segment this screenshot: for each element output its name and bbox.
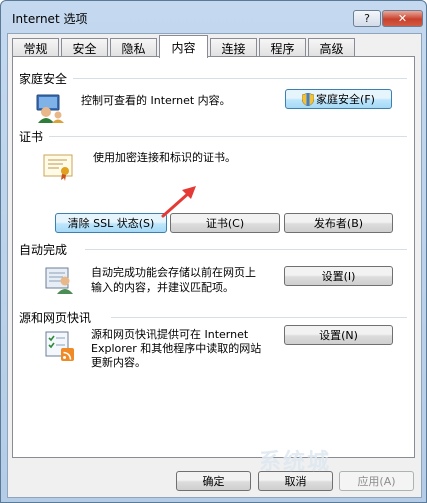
close-icon: ✕ <box>397 12 408 25</box>
feeds-description-line3: 更新内容。 <box>91 356 146 369</box>
window-title: Internet 选项 <box>12 12 88 26</box>
autocomplete-settings-button[interactable]: 设置(I) <box>284 266 393 286</box>
ok-button[interactable]: 确定 <box>176 471 251 491</box>
family-safety-description: 控制可查看的 Internet 内容。 <box>81 94 231 107</box>
family-safety-heading: 家庭安全 <box>19 72 68 86</box>
feeds-description-line2: Explorer 和其他程序中读取的网站 <box>91 342 262 355</box>
tab-programs[interactable]: 程序 <box>259 38 306 57</box>
family-safety-button-label: 家庭安全(F) <box>316 93 375 106</box>
family-safety-button[interactable]: 家庭安全(F) <box>285 89 392 109</box>
close-button[interactable]: ✕ <box>382 10 423 27</box>
feeds-description-line1: 源和网页快讯提供可在 Internet <box>91 328 249 341</box>
title-bar[interactable]: Internet 选项 ? ✕ <box>1 1 426 33</box>
certificates-description: 使用加密连接和标识的证书。 <box>93 151 236 164</box>
feeds-heading: 源和网页快讯 <box>19 311 92 325</box>
family-safety-icon <box>36 94 64 123</box>
annotation-arrow-icon <box>161 186 196 218</box>
certificates-heading: 证书 <box>19 130 44 144</box>
divider <box>111 317 407 318</box>
publishers-button[interactable]: 发布者(B) <box>284 213 393 233</box>
tab-advanced[interactable]: 高级 <box>308 38 355 57</box>
tab-privacy[interactable]: 隐私 <box>110 38 157 57</box>
feeds-settings-button[interactable]: 设置(N) <box>284 325 393 345</box>
apply-button[interactable]: 应用(A) <box>339 471 414 491</box>
autocomplete-heading: 自动完成 <box>19 243 68 257</box>
dialog-body: 常规 安全 隐私 内容 连接 程序 高级 家庭安全 控制可查看的 Interne… <box>7 33 422 498</box>
shield-icon <box>302 92 315 106</box>
autocomplete-description-line1: 自动完成功能会存储以前在网页上 <box>91 266 256 279</box>
internet-options-window: Internet 选项 ? ✕ 常规 安全 隐私 内容 连接 程序 高级 家庭安… <box>0 0 427 503</box>
tab-connections[interactable]: 连接 <box>210 38 257 57</box>
autocomplete-description-line2: 输入的内容，并建议匹配项。 <box>91 281 234 294</box>
divider <box>73 78 407 79</box>
help-button[interactable]: ? <box>353 10 381 27</box>
tab-content[interactable]: 内容 <box>159 35 208 58</box>
tab-security[interactable]: 安全 <box>61 38 108 57</box>
tab-general[interactable]: 常规 <box>12 38 59 57</box>
watermark: 系统城 <box>259 450 332 475</box>
feeds-icon <box>45 331 74 361</box>
help-icon: ? <box>364 12 370 25</box>
autocomplete-icon <box>45 267 73 294</box>
certificate-icon <box>43 154 73 181</box>
content-tab-panel: 家庭安全 控制可查看的 Internet 内容。 家庭安全(F) 证书 使用加密… <box>12 56 415 458</box>
clear-ssl-button[interactable]: 清除 SSL 状态(S) <box>55 213 167 233</box>
divider <box>49 136 407 137</box>
divider <box>85 249 407 250</box>
